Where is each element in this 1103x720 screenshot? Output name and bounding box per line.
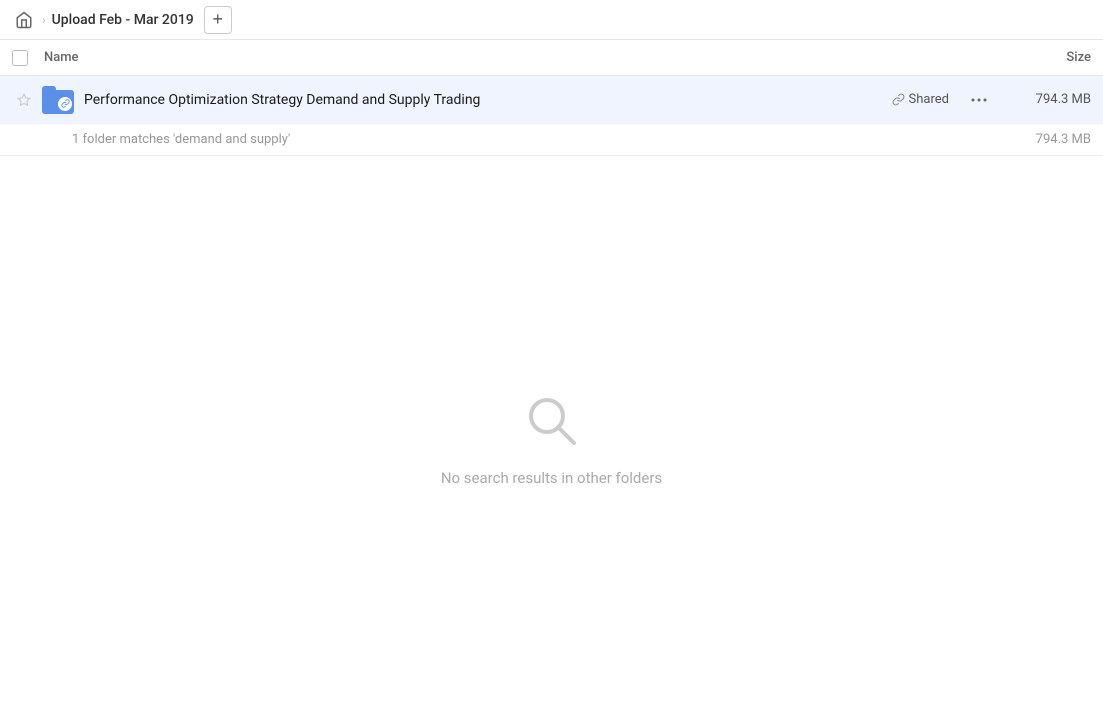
- star-icon[interactable]: [12, 93, 36, 107]
- main-content: Performance Optimization Strategy Demand…: [0, 76, 1103, 720]
- summary-text: 1 folder matches 'demand and supply': [72, 132, 290, 147]
- breadcrumb-bar: › Upload Feb - Mar 2019 +: [0, 0, 1103, 40]
- search-empty-icon: [520, 389, 584, 453]
- empty-state: No search results in other folders: [0, 156, 1103, 720]
- column-header-size: Size: [991, 50, 1091, 65]
- select-all-checkbox-wrapper[interactable]: [12, 50, 44, 66]
- folder-icon-wrapper: [40, 82, 76, 118]
- add-button[interactable]: +: [204, 6, 232, 34]
- column-header-name: Name: [44, 50, 991, 65]
- select-all-checkbox[interactable]: [12, 50, 28, 66]
- table-row[interactable]: Performance Optimization Strategy Demand…: [0, 76, 1103, 124]
- shared-badge: Shared: [892, 92, 949, 107]
- file-size: 794.3 MB: [1001, 92, 1091, 107]
- folder-icon: [42, 86, 74, 114]
- file-name: Performance Optimization Strategy Demand…: [84, 92, 892, 108]
- summary-size: 794.3 MB: [1036, 132, 1091, 147]
- shared-label: Shared: [909, 92, 949, 107]
- home-button[interactable]: [12, 8, 36, 32]
- column-header-row: Name Size: [0, 40, 1103, 76]
- breadcrumb-separator: ›: [42, 13, 46, 27]
- more-options-button[interactable]: [965, 86, 993, 114]
- breadcrumb-path-item[interactable]: Upload Feb - Mar 2019: [52, 12, 194, 28]
- empty-state-message: No search results in other folders: [441, 469, 662, 487]
- summary-row: 1 folder matches 'demand and supply' 794…: [0, 124, 1103, 156]
- link-icon: [892, 93, 905, 106]
